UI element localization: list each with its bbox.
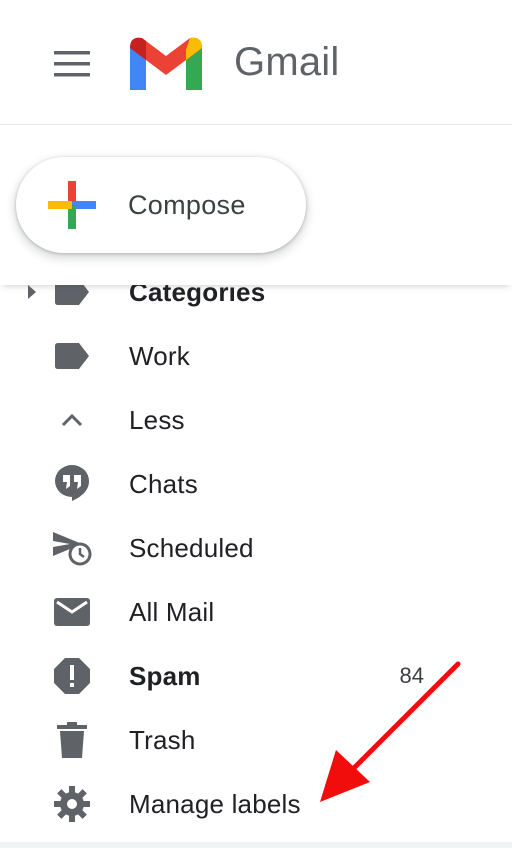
nav-label: All Mail [129, 596, 215, 627]
compose-label: Compose [128, 189, 246, 220]
nav-label: Chats [129, 468, 198, 499]
nav-item-less[interactable]: Less [0, 388, 512, 452]
label-icon [52, 336, 92, 376]
nav-item-work[interactable]: Work [0, 324, 512, 388]
gmail-m-logo-icon [130, 37, 202, 90]
nav-item-all-mail[interactable]: All Mail [0, 580, 512, 644]
nav-item-chats[interactable]: Chats [0, 452, 512, 516]
spam-icon [52, 656, 92, 696]
nav-label: Scheduled [129, 532, 254, 563]
nav-label: Work [129, 340, 190, 371]
nav-label: Manage labels [129, 788, 301, 819]
plus-icon [48, 181, 96, 229]
nav-label: Less [129, 404, 185, 435]
label-nav: Categories Work Less Chats Scheduled All… [0, 260, 512, 836]
app-name: Gmail [234, 39, 340, 84]
nav-label: Trash [129, 724, 196, 755]
mail-icon [52, 592, 92, 632]
compose-zone: Compose [0, 125, 512, 285]
gear-icon [52, 784, 92, 824]
gmail-app: Gmail Compose Categories Work Less Chats… [0, 0, 512, 848]
bottom-divider [0, 842, 512, 848]
nav-item-trash[interactable]: Trash [0, 708, 512, 772]
trash-icon [52, 720, 92, 760]
chevron-up-icon [52, 400, 92, 440]
gmail-logo[interactable]: Gmail [128, 32, 339, 92]
scheduled-send-icon [52, 528, 92, 568]
hamburger-menu-icon [54, 51, 90, 77]
app-header: Gmail [0, 0, 512, 125]
compose-button[interactable]: Compose [16, 157, 306, 253]
nav-item-spam[interactable]: Spam 84 [0, 644, 512, 708]
chat-quote-icon [52, 464, 92, 504]
main-menu-button[interactable] [46, 40, 98, 88]
spam-count-badge: 84 [399, 663, 424, 688]
nav-item-manage-labels[interactable]: Manage labels [0, 772, 512, 836]
nav-item-scheduled[interactable]: Scheduled [0, 516, 512, 580]
nav-label: Spam [129, 660, 201, 691]
